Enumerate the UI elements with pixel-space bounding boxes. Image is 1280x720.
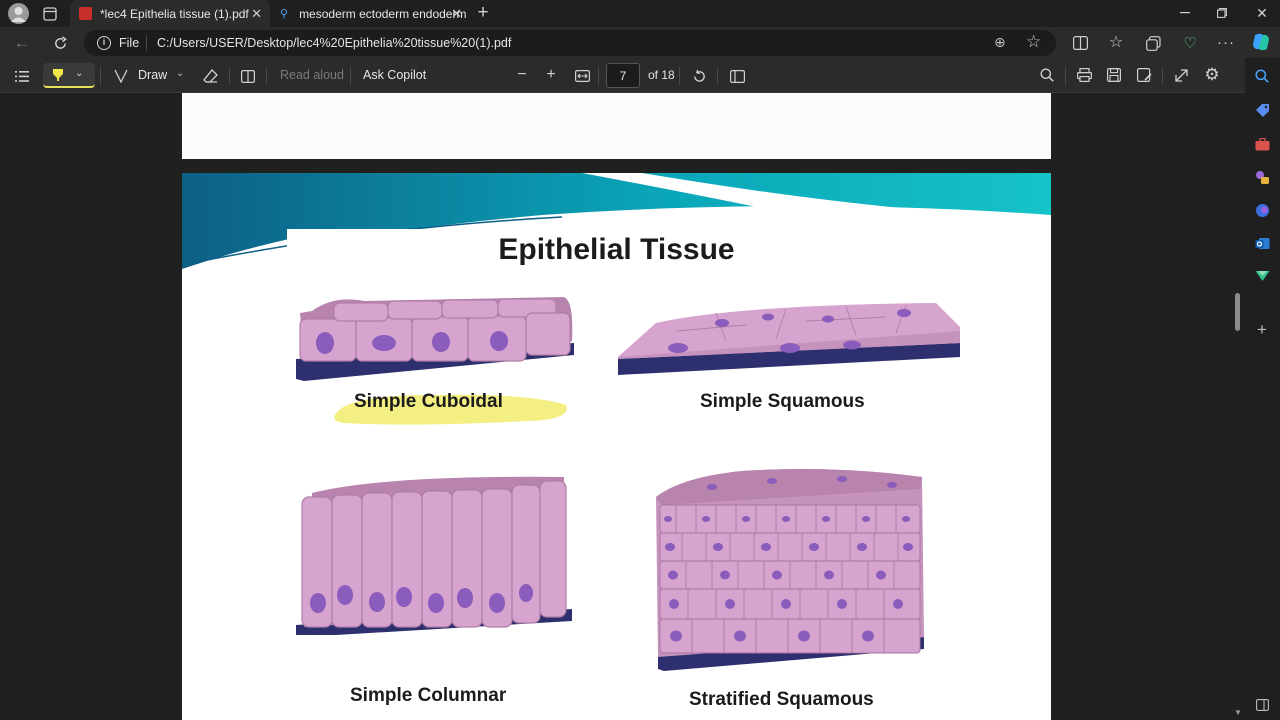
- search-icon[interactable]: [1038, 66, 1056, 84]
- pdf-icon: [79, 7, 92, 20]
- copilot-icon[interactable]: [1250, 31, 1272, 53]
- restore-icon[interactable]: [1213, 5, 1231, 21]
- browser-essentials-icon[interactable]: ♡: [1180, 33, 1200, 53]
- simple-squamous-illustration: [618, 303, 960, 375]
- simple-columnar-illustration: [296, 476, 572, 635]
- close-icon[interactable]: ✕: [251, 6, 262, 22]
- ask-copilot-button[interactable]: Ask Copilot: [363, 68, 426, 82]
- draw-button[interactable]: Draw: [138, 68, 167, 82]
- info-icon[interactable]: i: [97, 36, 111, 50]
- page-view-icon[interactable]: [239, 67, 257, 85]
- divider: [598, 67, 599, 85]
- page-number-value: 7: [619, 69, 627, 83]
- tab-label: *lec4 Epithelia tissue (1).pdf: [100, 6, 249, 21]
- more-menu-icon[interactable]: ···: [1216, 32, 1236, 52]
- zoom-out-icon[interactable]: −: [513, 66, 531, 84]
- simple-cuboidal-illustration: [296, 297, 574, 381]
- drop-icon[interactable]: [1253, 267, 1271, 285]
- zoom-icon[interactable]: ⊕: [994, 34, 1006, 51]
- divider: [229, 67, 230, 85]
- profile-avatar-icon[interactable]: [8, 3, 29, 24]
- minimize-icon[interactable]: [1176, 5, 1194, 21]
- caption-simple-cuboidal: Simple Cuboidal: [354, 391, 503, 412]
- stratified-squamous-illustration: [656, 469, 924, 671]
- divider: [1065, 67, 1066, 85]
- print-icon[interactable]: [1075, 66, 1093, 84]
- save-icon[interactable]: [1105, 66, 1123, 84]
- search-icon: ⚲: [280, 8, 289, 20]
- fit-to-width-icon[interactable]: [573, 67, 591, 85]
- split-screen-icon[interactable]: [1070, 33, 1090, 53]
- close-window-icon[interactable]: ✕: [1253, 5, 1271, 21]
- divider: [350, 67, 351, 85]
- tab-pdf[interactable]: *lec4 Epithelia tissue (1).pdf ✕: [70, 0, 270, 27]
- hide-sidebar-icon[interactable]: [1253, 696, 1271, 714]
- zoom-in-icon[interactable]: +: [542, 66, 560, 84]
- chevron-down-icon: ⌄: [75, 68, 84, 79]
- pdf-toolbar: ⌄ Draw ⌄ Read aloud Ask Copilot − + 7 of…: [0, 58, 1280, 93]
- save-as-icon[interactable]: [1135, 66, 1153, 84]
- fullscreen-icon[interactable]: [1172, 66, 1190, 84]
- microsoft-365-icon[interactable]: [1253, 201, 1271, 219]
- two-page-view-icon[interactable]: [728, 67, 746, 85]
- divider: [146, 35, 147, 51]
- collections-icon[interactable]: [1143, 33, 1163, 53]
- tools-briefcase-icon[interactable]: [1253, 135, 1271, 153]
- divider: [679, 67, 680, 85]
- settings-gear-icon[interactable]: ⚙: [1202, 65, 1222, 85]
- add-sidebar-app-icon[interactable]: +: [1253, 320, 1271, 339]
- divider: [1162, 67, 1163, 85]
- contents-icon[interactable]: [12, 66, 32, 86]
- current-page: Epithelial Tissue Simple Cuboidal Simple…: [182, 173, 1051, 720]
- caption-simple-squamous: Simple Squamous: [700, 391, 865, 412]
- rotate-icon[interactable]: [690, 67, 708, 85]
- vertical-scrollbar[interactable]: ▲ ▼: [1233, 93, 1243, 720]
- address-field[interactable]: i File C:/Users/USER/Desktop/lec4%20Epit…: [84, 30, 1056, 56]
- page-number-input[interactable]: 7: [606, 63, 640, 88]
- pdf-viewer[interactable]: Epithelial Tissue Simple Cuboidal Simple…: [0, 93, 1245, 720]
- eraser-icon[interactable]: [201, 67, 219, 85]
- scroll-down-arrow-icon[interactable]: ▼: [1234, 708, 1242, 717]
- divider: [266, 67, 267, 85]
- tab-actions-icon[interactable]: [42, 6, 58, 22]
- address-bar-row: ← i File C:/Users/USER/Desktop/lec4%20Ep…: [0, 27, 1280, 58]
- tab-bar: *lec4 Epithelia tissue (1).pdf ✕ ⚲ mesod…: [0, 0, 1280, 27]
- scheme-label: File: [119, 36, 140, 50]
- divider: [100, 67, 101, 85]
- caption-stratified-squamous: Stratified Squamous: [689, 689, 874, 710]
- url-text: C:/Users/USER/Desktop/lec4%20Epithelia%2…: [157, 36, 512, 50]
- back-icon[interactable]: ←: [12, 33, 32, 53]
- chevron-down-icon[interactable]: ⌄: [176, 68, 184, 79]
- page-total: of 18: [648, 68, 675, 82]
- tab-search[interactable]: ⚲ mesoderm ectoderm endoderm ✕: [272, 0, 468, 27]
- read-aloud-button[interactable]: Read aloud: [280, 68, 344, 82]
- draw-icon[interactable]: [112, 67, 130, 85]
- caption-simple-columnar: Simple Columnar: [350, 685, 507, 706]
- games-icon[interactable]: [1253, 168, 1271, 186]
- divider: [717, 67, 718, 85]
- close-icon[interactable]: ✕: [451, 6, 462, 22]
- previous-page: [182, 93, 1051, 159]
- slide-title: Epithelial Tissue: [498, 233, 735, 266]
- favorite-star-icon[interactable]: ☆: [1026, 32, 1041, 52]
- sidebar-search-icon[interactable]: [1253, 67, 1271, 85]
- new-tab-icon[interactable]: +: [474, 2, 492, 23]
- tab-label: mesoderm ectoderm endoderm: [299, 6, 467, 21]
- highlight-tool[interactable]: ⌄: [43, 63, 95, 88]
- scrollbar-thumb[interactable]: [1235, 293, 1240, 331]
- favorites-icon[interactable]: ☆: [1106, 32, 1126, 52]
- refresh-icon[interactable]: [50, 33, 70, 53]
- highlighter-icon: [53, 69, 63, 81]
- shopping-tag-icon[interactable]: [1253, 101, 1271, 119]
- edge-sidebar: +: [1245, 58, 1280, 720]
- outlook-icon[interactable]: [1253, 234, 1271, 252]
